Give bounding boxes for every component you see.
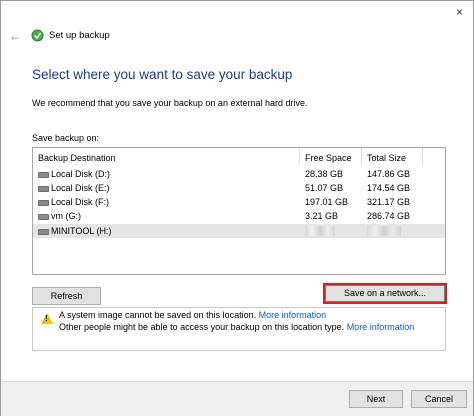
total-size: 321.17 GB <box>367 197 411 207</box>
redacted-total-size <box>367 226 401 236</box>
save-backup-label: Save backup on: <box>32 133 100 143</box>
warning-text: A system image cannot be saved on this l… <box>59 310 257 320</box>
drive-name: Local Disk (F:) <box>51 197 110 207</box>
total-size: 147.86 GB <box>367 169 411 179</box>
drive-icon <box>38 172 49 178</box>
refresh-button[interactable]: Refresh <box>32 287 101 305</box>
free-space: 3.21 GB <box>305 211 339 221</box>
drive-icon <box>38 200 49 206</box>
destination-list[interactable]: Backup Destination Free Space Total Size… <box>32 147 446 275</box>
close-icon[interactable]: × <box>456 5 463 19</box>
list-item[interactable]: vm (G:) 3.21 GB 286.74 GB <box>33 209 445 223</box>
more-information-link[interactable]: More information <box>347 322 415 332</box>
recommendation-text: We recommend that you save your backup o… <box>32 98 308 108</box>
free-space: 51.07 GB <box>305 183 344 193</box>
warning-text: Other people might be able to access you… <box>59 322 345 332</box>
drive-icon <box>38 186 49 192</box>
total-size: 286.74 GB <box>367 211 411 221</box>
title-bar: ← Set up backup <box>1 25 473 47</box>
redacted-free-space <box>305 226 335 236</box>
cancel-button[interactable]: Cancel <box>411 390 467 408</box>
total-size: 174.54 GB <box>367 183 411 193</box>
column-header-free-space[interactable]: Free Space <box>305 153 352 163</box>
drive-icon <box>38 229 49 235</box>
drive-name: vm (G:) <box>51 211 81 221</box>
dialog-window: × ← Set up backup Select where you want … <box>0 0 474 416</box>
save-on-network-button[interactable]: Save on a network... <box>323 283 447 304</box>
more-information-link[interactable]: More information <box>259 310 327 320</box>
warning-panel: A system image cannot be saved on this l… <box>32 307 446 351</box>
list-item-selected[interactable]: MINITOOL (H:) <box>33 224 445 238</box>
column-divider[interactable] <box>361 148 362 166</box>
list-header: Backup Destination Free Space Total Size <box>33 148 445 166</box>
next-button[interactable]: Next <box>349 390 403 408</box>
free-space: 197.01 GB <box>305 197 349 207</box>
warning-icon <box>41 313 53 324</box>
column-header-total-size[interactable]: Total Size <box>367 153 406 163</box>
warning-line-1: A system image cannot be saved on this l… <box>59 310 326 320</box>
column-header-destination[interactable]: Backup Destination <box>38 153 116 163</box>
list-item[interactable]: Local Disk (F:) 197.01 GB 321.17 GB <box>33 195 445 209</box>
column-divider[interactable] <box>422 148 423 166</box>
drive-name: Local Disk (D:) <box>51 169 111 179</box>
column-divider[interactable] <box>299 148 300 166</box>
backup-icon <box>31 29 44 42</box>
window-title: Set up backup <box>49 30 110 41</box>
free-space: 28.38 GB <box>305 169 344 179</box>
drive-name: Local Disk (E:) <box>51 183 110 193</box>
footer-bar: Next Cancel <box>1 381 473 416</box>
list-item[interactable]: Local Disk (D:) 28.38 GB 147.86 GB <box>33 167 445 181</box>
drive-icon <box>38 214 49 220</box>
list-item[interactable]: Local Disk (E:) 51.07 GB 174.54 GB <box>33 181 445 195</box>
page-heading: Select where you want to save your backu… <box>32 67 293 82</box>
back-arrow-icon[interactable]: ← <box>9 29 21 43</box>
warning-line-2: Other people might be able to access you… <box>59 322 414 332</box>
drive-name: MINITOOL (H:) <box>51 226 112 236</box>
